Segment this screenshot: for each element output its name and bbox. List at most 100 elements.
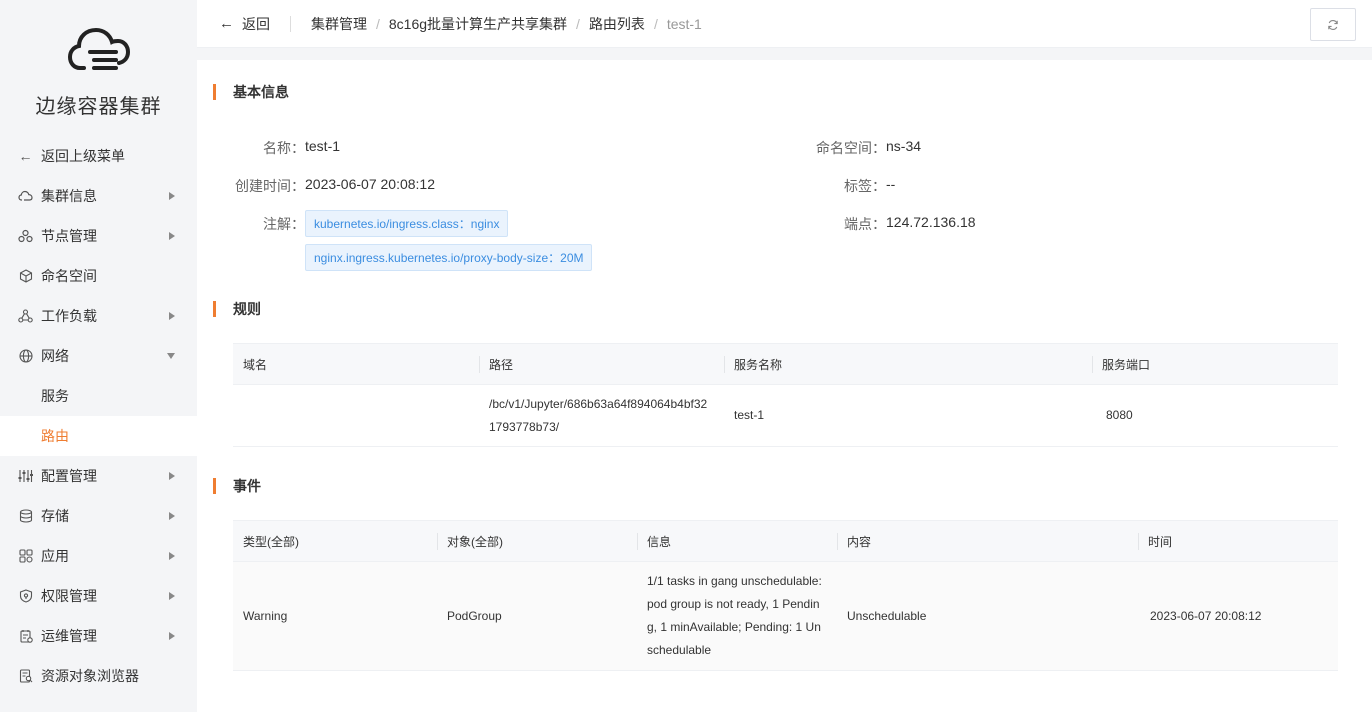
shield-icon — [18, 589, 33, 604]
section-rules: 规则 — [213, 299, 261, 319]
sidebar-item-apps[interactable]: 应用 — [0, 536, 197, 576]
breadcrumb-item[interactable]: 路由列表 — [589, 14, 645, 34]
sidebar-item-namespace[interactable]: 命名空间 — [0, 256, 197, 296]
sidebar-item-label: 命名空间 — [41, 268, 97, 284]
breadcrumb-separator: / — [576, 15, 580, 32]
database-icon — [18, 509, 33, 524]
sidebar-item-label: 权限管理 — [41, 588, 97, 604]
info-label: 命名空间： — [816, 140, 886, 156]
rules-table: 域名 路径 服务名称 服务端口 /bc/v1/Jupyter/686b63a64… — [233, 343, 1338, 447]
info-value: -- — [886, 176, 896, 192]
column-header-path: 路径 — [479, 343, 724, 385]
info-tags: 标签： -- — [797, 176, 895, 196]
caret-right-icon — [169, 632, 175, 640]
sidebar-item-ops-management[interactable]: 运维管理 — [0, 616, 197, 656]
sidebar: 边缘容器集群 ← 返回上级菜单 集群信息 节点管理 命名空间 工作负载 网络 服… — [0, 0, 197, 712]
sidebar-item-workload[interactable]: 工作负载 — [0, 296, 197, 336]
sidebar-item-resource-browser[interactable]: 资源对象浏览器 — [0, 656, 197, 696]
column-header-service-name: 服务名称 — [724, 343, 1092, 385]
sidebar-item-label: 工作负载 — [41, 308, 97, 324]
breadcrumb-separator: / — [376, 15, 380, 32]
message-line: schedulable — [647, 643, 712, 657]
sidebar-item-label: 配置管理 — [41, 468, 97, 484]
column-header-content: 内容 — [837, 520, 1138, 562]
sidebar-item-label: 运维管理 — [41, 628, 97, 644]
caret-right-icon — [169, 512, 175, 520]
annotation-value: 20M — [560, 251, 584, 265]
cloud-icon — [18, 189, 33, 204]
cell-service-port: 8080 — [1092, 384, 1338, 447]
section-title: 事件 — [233, 478, 261, 494]
refresh-button[interactable] — [1310, 8, 1356, 41]
info-value: ns-34 — [886, 138, 922, 154]
section-basic-info: 基本信息 — [213, 82, 289, 102]
table-row: /bc/v1/Jupyter/686b63a64f894064b4bf32 17… — [233, 384, 1338, 447]
annotation-key: kubernetes.io/ingress.class — [314, 217, 459, 231]
info-label: 注解： — [263, 216, 305, 232]
sidebar-subitem-label: 服务 — [41, 388, 69, 404]
cell-type: Warning — [233, 561, 437, 671]
annotation-separator: ： — [548, 251, 561, 265]
annotation-tags: kubernetes.io/ingress.class：nginx nginx.… — [305, 210, 593, 271]
refresh-icon — [1328, 19, 1338, 30]
info-label: 创建时间： — [235, 178, 305, 194]
annotation-separator: ： — [458, 217, 471, 231]
cell-object: PodGroup — [437, 561, 637, 671]
caret-right-icon — [169, 192, 175, 200]
back-button[interactable]: ← 返回 — [219, 14, 270, 34]
sidebar-item-label: 应用 — [41, 548, 69, 564]
sidebar-subitem-ingress[interactable]: 路由 — [0, 416, 197, 456]
sidebar-item-node-management[interactable]: 节点管理 — [0, 216, 197, 256]
breadcrumb-item[interactable]: 集群管理 — [311, 14, 367, 34]
cell-content: Unschedulable — [837, 561, 1138, 671]
sidebar-subitem-service[interactable]: 服务 — [0, 376, 197, 416]
path-line: /bc/v1/Jupyter/686b63a64f894064b4bf32 — [489, 396, 708, 411]
column-header-object-filter[interactable]: 对象(全部) — [437, 520, 637, 562]
back-label: 返回 — [242, 15, 270, 32]
annotation-key: nginx.ingress.kubernetes.io/proxy-body-s… — [314, 251, 549, 265]
info-namespace: 命名空间： ns-34 — [797, 138, 921, 158]
cell-time: 2023-06-07 20:08:12 — [1138, 561, 1338, 671]
events-table: 类型(全部) 对象(全部) 信息 内容 时间 Warning PodGroup … — [233, 520, 1338, 671]
info-label: 端点： — [844, 216, 886, 232]
workload-icon — [18, 309, 33, 324]
section-accent-bar — [213, 478, 216, 494]
info-value: 124.72.136.18 — [886, 214, 976, 230]
column-header-type-filter[interactable]: 类型(全部) — [233, 520, 437, 562]
sidebar-item-label: 存储 — [41, 508, 69, 524]
info-endpoint: 端点： 124.72.136.18 — [797, 214, 976, 234]
sidebar-back-item[interactable]: ← 返回上级菜单 — [0, 136, 197, 176]
sidebar-back-label: 返回上级菜单 — [41, 148, 125, 164]
sidebar-item-network[interactable]: 网络 — [0, 336, 197, 376]
browser-icon — [18, 669, 33, 684]
sidebar-item-label: 节点管理 — [41, 228, 97, 244]
breadcrumb-item[interactable]: 8c16g批量计算生产共享集群 — [389, 14, 567, 34]
sidebar-item-config-management[interactable]: 配置管理 — [0, 456, 197, 496]
caret-right-icon — [169, 232, 175, 240]
sidebar-item-cluster-info[interactable]: 集群信息 — [0, 176, 197, 216]
path-line: 1793778b73/ — [489, 419, 560, 434]
table-row: Warning PodGroup 1/1 tasks in gang unsch… — [233, 561, 1338, 671]
caret-down-icon — [167, 353, 175, 359]
caret-right-icon — [169, 312, 175, 320]
apps-icon — [18, 549, 33, 564]
column-header-service-port: 服务端口 — [1092, 343, 1338, 385]
globe-icon — [18, 349, 33, 364]
info-value: 2023-06-07 20:08:12 — [305, 176, 435, 192]
sidebar-item-label: 网络 — [41, 348, 69, 364]
nodes-icon — [18, 229, 33, 244]
sidebar-item-label: 集群信息 — [41, 188, 97, 204]
sidebar-item-label: 资源对象浏览器 — [41, 668, 139, 684]
sidebar-item-permission-management[interactable]: 权限管理 — [0, 576, 197, 616]
sidebar-item-storage[interactable]: 存储 — [0, 496, 197, 536]
annotation-tag: kubernetes.io/ingress.class：nginx — [305, 210, 509, 237]
caret-right-icon — [169, 592, 175, 600]
namespace-icon — [18, 269, 33, 284]
column-header-domain: 域名 — [233, 343, 479, 385]
breadcrumb-current: test-1 — [666, 15, 702, 32]
section-accent-bar — [213, 84, 216, 100]
cell-path: /bc/v1/Jupyter/686b63a64f894064b4bf32 17… — [479, 384, 724, 447]
caret-right-icon — [169, 472, 175, 480]
arrow-left-icon: ← — [219, 15, 234, 32]
cell-service-name: test-1 — [724, 384, 1092, 447]
